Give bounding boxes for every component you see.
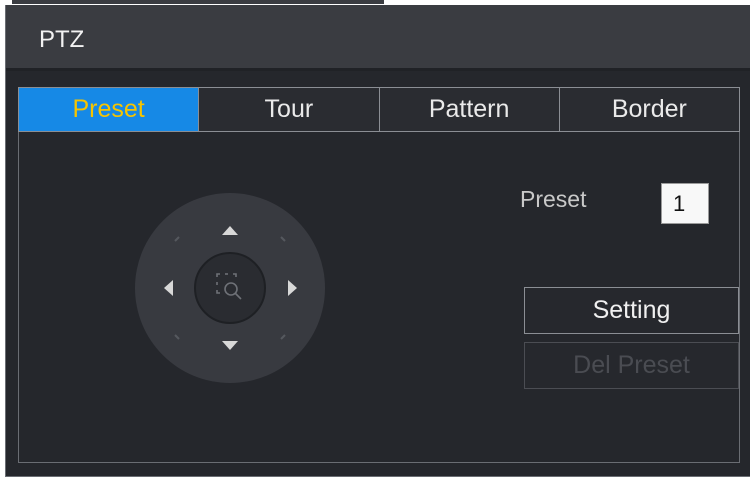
- arrow-up-icon: [222, 226, 238, 235]
- tab-tour[interactable]: Tour: [198, 88, 379, 131]
- pan-right-button[interactable]: [274, 270, 310, 306]
- setting-button[interactable]: Setting: [524, 287, 739, 334]
- direction-pad: [135, 193, 325, 383]
- dialog-title: PTZ: [39, 26, 85, 53]
- preset-number-input[interactable]: [661, 183, 709, 224]
- arrow-down-icon: [222, 341, 238, 350]
- tab-preset[interactable]: Preset: [19, 88, 199, 131]
- tab-bar: Preset Tour Pattern Border: [18, 87, 740, 132]
- ptz-dialog: PTZ Preset Tour Pattern Border Preset 1 …: [5, 5, 750, 477]
- zoom-button[interactable]: [194, 252, 266, 324]
- del-preset-button[interactable]: Del Preset: [524, 342, 739, 389]
- arrow-left-icon: [164, 280, 173, 296]
- preset-label: Preset: [520, 186, 587, 212]
- arrow-right-icon: [288, 280, 297, 296]
- top-edge-line: [12, 0, 384, 4]
- pan-left-button[interactable]: [151, 270, 187, 306]
- tab-border[interactable]: Border: [558, 88, 739, 131]
- title-bar: PTZ: [6, 5, 750, 71]
- preset-panel: Preset Setting Del Preset: [18, 132, 740, 463]
- pan-down-button[interactable]: [212, 327, 248, 363]
- pan-up-button[interactable]: [212, 213, 248, 249]
- tab-pattern[interactable]: Pattern: [378, 88, 559, 131]
